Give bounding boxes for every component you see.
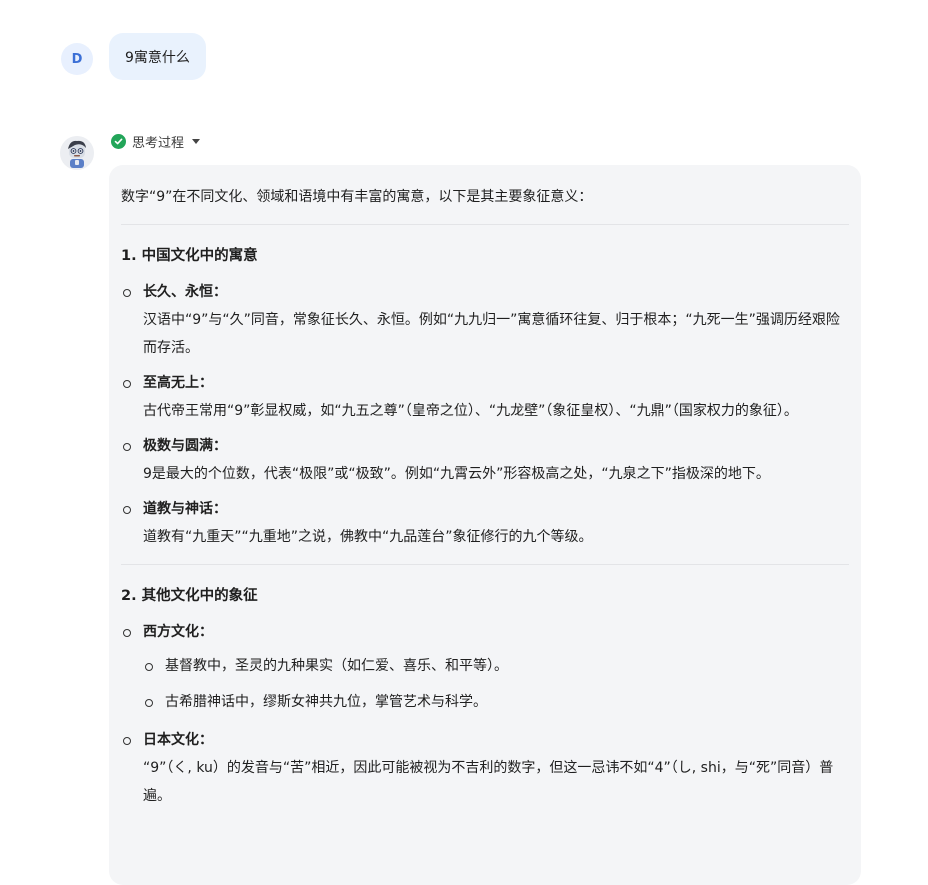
sub-item-text: 基督教中，圣灵的九种果实（如仁爱、喜乐、和平等）。 — [165, 658, 508, 674]
assistant-answer: 数字“9”在不同文化、领域和语境中有丰富的寓意，以下是其主要象征意义： 1. 中… — [109, 165, 861, 885]
list-item: 道教与神话： 道教有“九重天”“九重地”之说，佛教中“九品莲台”象征修行的九个等… — [121, 495, 849, 551]
item-heading: 极数与圆满： — [143, 438, 227, 454]
bullet-icon — [123, 506, 131, 514]
section-title: 1. 中国文化中的寓意 — [121, 248, 258, 264]
bullet-icon — [123, 443, 131, 451]
sub-list-item: 基督教中，圣灵的九种果实（如仁爱、喜乐、和平等）。 — [143, 652, 849, 680]
thinking-process-toggle[interactable]: 思考过程 — [111, 131, 201, 151]
bullet-icon — [123, 737, 131, 745]
list-item: 日本文化： “9”（く, ku）的发音与“苦”相近，因此可能被视为不吉利的数字，… — [121, 726, 849, 810]
bullet-icon — [123, 380, 131, 388]
sub-list: 基督教中，圣灵的九种果实（如仁爱、喜乐、和平等）。 古希腊神话中，缪斯女神共九位… — [143, 652, 849, 716]
list-item: 极数与圆满： 9是最大的个位数，代表“极限”或“极致”。例如“九霄云外”形容极高… — [121, 432, 849, 488]
divider — [121, 564, 849, 565]
section-title: 2. 其他文化中的象征 — [121, 588, 258, 604]
answer-intro: 数字“9”在不同文化、领域和语境中有丰富的寓意，以下是其主要象征意义： — [121, 189, 593, 205]
item-heading: 至高无上： — [143, 375, 213, 391]
user-avatar[interactable]: D — [61, 43, 93, 75]
bullet-icon — [145, 663, 153, 671]
robot-avatar-icon — [60, 136, 94, 170]
caret-down-icon[interactable] — [192, 138, 201, 144]
item-body: 汉语中“9”与“久”同音，常象征长久、永恒。例如“九九归一”寓意循环往复、归于根… — [143, 312, 840, 356]
assistant-avatar — [60, 136, 94, 170]
user-message-bubble: 9寓意什么 — [109, 33, 206, 80]
item-heading: 西方文化： — [143, 624, 213, 640]
list-item: 至高无上： 古代帝王常用“9”彰显权威，如“九五之尊”（皇帝之位）、“九龙壁”（… — [121, 369, 849, 425]
user-message-row: D 9寓意什么 — [0, 0, 928, 100]
item-body: 古代帝王常用“9”彰显权威，如“九五之尊”（皇帝之位）、“九龙壁”（象征皇权）、… — [143, 403, 798, 419]
list-item: 西方文化： 基督教中，圣灵的九种果实（如仁爱、喜乐、和平等）。 古希腊神话中，缪… — [121, 618, 849, 716]
check-circle-icon — [111, 133, 126, 149]
sub-item-text: 古希腊神话中，缪斯女神共九位，掌管艺术与科学。 — [165, 694, 487, 710]
thinking-process-label: 思考过程 — [132, 135, 185, 151]
sub-list-item: 古希腊神话中，缪斯女神共九位，掌管艺术与科学。 — [143, 688, 849, 716]
item-body: 道教有“九重天”“九重地”之说，佛教中“九品莲台”象征修行的九个等级。 — [143, 529, 593, 545]
item-heading: 日本文化： — [143, 732, 213, 748]
item-heading: 长久、永恒： — [143, 284, 227, 300]
bullet-icon — [145, 699, 153, 707]
bullet-icon — [123, 629, 131, 637]
item-heading: 道教与神话： — [143, 501, 227, 517]
list-item: 长久、永恒： 汉语中“9”与“久”同音，常象征长久、永恒。例如“九九归一”寓意循… — [121, 278, 849, 362]
item-body: “9”（く, ku）的发音与“苦”相近，因此可能被视为不吉利的数字，但这一忌讳不… — [143, 760, 834, 804]
bullet-icon — [123, 289, 131, 297]
item-body: 9是最大的个位数，代表“极限”或“极致”。例如“九霄云外”形容极高之处，“九泉之… — [143, 466, 770, 482]
divider — [121, 224, 849, 225]
